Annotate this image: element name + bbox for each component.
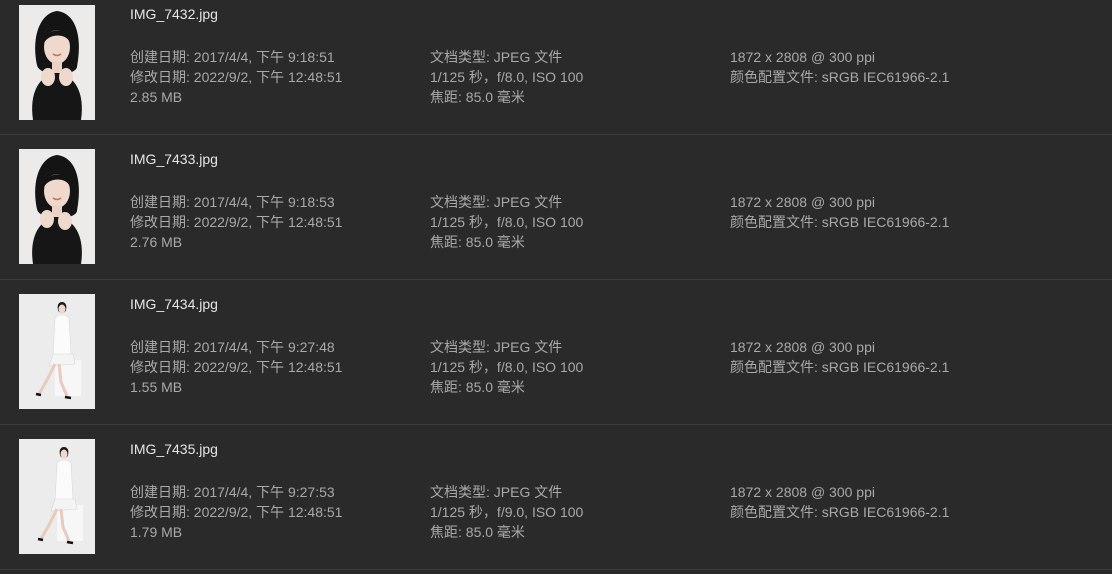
date-size-column: 创建日期: 2017/4/4, 下午 9:18:53 修改日期: 2022/9/… [130,192,342,252]
color-profile: 颜色配置文件: sRGB IEC61966-2.1 [730,69,950,85]
exposure-info: 1/125 秒，f/8.0, ISO 100 [430,69,584,85]
file-size: 2.76 MB [130,234,183,250]
camera-info-column: 文档类型: JPEG 文件 1/125 秒，f/9.0, ISO 100 焦距:… [430,482,583,542]
date-size-column: 创建日期: 2017/4/4, 下午 9:27:53 修改日期: 2022/9/… [130,482,342,542]
file-size: 2.85 MB [130,89,183,105]
file-name: IMG_7435.jpg [130,441,218,457]
full-body-seated-image [19,294,95,409]
focal-length: 焦距: 85.0 毫米 [430,524,525,540]
pixel-dimensions: 1872 x 2808 @ 300 ppi [730,49,875,65]
full-body-seated-image [19,439,95,554]
file-row[interactable]: IMG_7432.jpg 创建日期: 2017/4/4, 下午 9:18:51 … [0,0,1112,135]
image-info-column: 1872 x 2808 @ 300 ppi 颜色配置文件: sRGB IEC61… [730,482,949,522]
file-size: 1.55 MB [130,379,183,395]
exposure-info: 1/125 秒，f/8.0, ISO 100 [430,214,584,230]
pixel-dimensions: 1872 x 2808 @ 300 ppi [730,339,875,355]
color-profile: 颜色配置文件: sRGB IEC61966-2.1 [730,504,950,520]
photo-thumbnail[interactable] [19,149,95,264]
modified-date: 修改日期: 2022/9/2, 下午 12:48:51 [130,69,343,85]
file-row[interactable]: IMG_7435.jpg 创建日期: 2017/4/4, 下午 9:27:53 … [0,425,1112,570]
file-name: IMG_7433.jpg [130,151,218,167]
file-size: 1.79 MB [130,524,183,540]
file-list: IMG_7432.jpg 创建日期: 2017/4/4, 下午 9:18:51 … [0,0,1112,574]
focal-length: 焦距: 85.0 毫米 [430,234,525,250]
portrait-closeup-image [19,149,95,264]
image-info-column: 1872 x 2808 @ 300 ppi 颜色配置文件: sRGB IEC61… [730,47,949,87]
camera-info-column: 文档类型: JPEG 文件 1/125 秒，f/8.0, ISO 100 焦距:… [430,337,583,397]
portrait-closeup-image [19,5,95,120]
created-date: 创建日期: 2017/4/4, 下午 9:18:53 [130,194,335,210]
document-type: 文档类型: JPEG 文件 [430,339,563,355]
file-row[interactable]: IMG_7433.jpg 创建日期: 2017/4/4, 下午 9:18:53 … [0,135,1112,280]
pixel-dimensions: 1872 x 2808 @ 300 ppi [730,484,875,500]
file-name: IMG_7432.jpg [130,6,218,22]
camera-info-column: 文档类型: JPEG 文件 1/125 秒，f/8.0, ISO 100 焦距:… [430,47,583,107]
photo-thumbnail[interactable] [19,439,95,554]
date-size-column: 创建日期: 2017/4/4, 下午 9:27:48 修改日期: 2022/9/… [130,337,342,397]
image-info-column: 1872 x 2808 @ 300 ppi 颜色配置文件: sRGB IEC61… [730,337,949,377]
photo-thumbnail[interactable] [19,294,95,409]
document-type: 文档类型: JPEG 文件 [430,484,563,500]
created-date: 创建日期: 2017/4/4, 下午 9:27:53 [130,484,335,500]
document-type: 文档类型: JPEG 文件 [430,194,563,210]
file-row[interactable]: IMG_7434.jpg 创建日期: 2017/4/4, 下午 9:27:48 … [0,280,1112,425]
modified-date: 修改日期: 2022/9/2, 下午 12:48:51 [130,359,343,375]
created-date: 创建日期: 2017/4/4, 下午 9:27:48 [130,339,335,355]
focal-length: 焦距: 85.0 毫米 [430,379,525,395]
modified-date: 修改日期: 2022/9/2, 下午 12:48:51 [130,214,343,230]
modified-date: 修改日期: 2022/9/2, 下午 12:48:51 [130,504,343,520]
image-info-column: 1872 x 2808 @ 300 ppi 颜色配置文件: sRGB IEC61… [730,192,949,232]
exposure-info: 1/125 秒，f/8.0, ISO 100 [430,359,584,375]
color-profile: 颜色配置文件: sRGB IEC61966-2.1 [730,214,950,230]
document-type: 文档类型: JPEG 文件 [430,49,563,65]
color-profile: 颜色配置文件: sRGB IEC61966-2.1 [730,359,950,375]
focal-length: 焦距: 85.0 毫米 [430,89,525,105]
pixel-dimensions: 1872 x 2808 @ 300 ppi [730,194,875,210]
photo-thumbnail[interactable] [19,5,95,120]
file-name: IMG_7434.jpg [130,296,218,312]
exposure-info: 1/125 秒，f/9.0, ISO 100 [430,504,584,520]
created-date: 创建日期: 2017/4/4, 下午 9:18:51 [130,49,335,65]
date-size-column: 创建日期: 2017/4/4, 下午 9:18:51 修改日期: 2022/9/… [130,47,342,107]
camera-info-column: 文档类型: JPEG 文件 1/125 秒，f/8.0, ISO 100 焦距:… [430,192,583,252]
